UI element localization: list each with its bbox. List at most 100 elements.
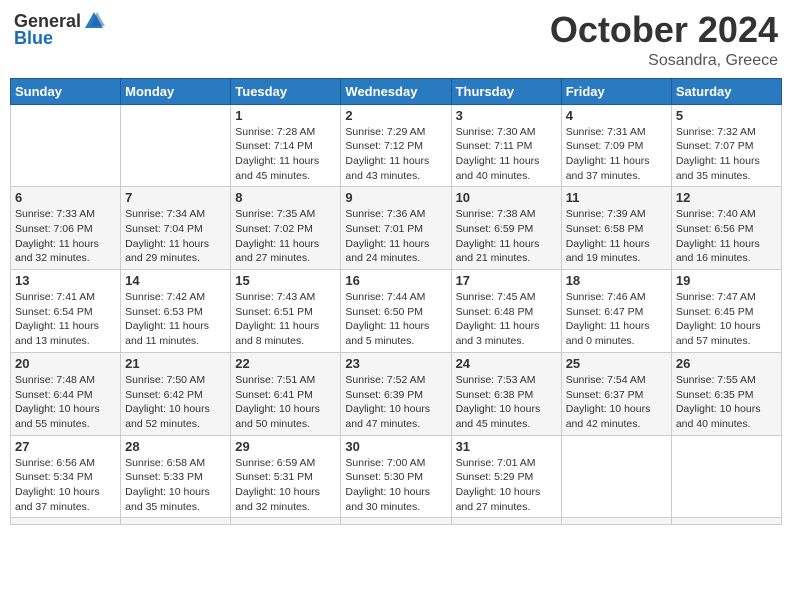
day-info: Sunrise: 7:31 AMSunset: 7:09 PMDaylight:… [566,125,667,184]
logo: General Blue [14,10,105,49]
col-thursday: Thursday [451,78,561,104]
day-info: Sunrise: 7:54 AMSunset: 6:37 PMDaylight:… [566,373,667,432]
day-info: Sunrise: 7:46 AMSunset: 6:47 PMDaylight:… [566,290,667,349]
day-info: Sunrise: 6:59 AMSunset: 5:31 PMDaylight:… [235,456,336,515]
month-title: October 2024 [550,10,778,50]
table-row: 20Sunrise: 7:48 AMSunset: 6:44 PMDayligh… [11,352,121,435]
day-info: Sunrise: 7:30 AMSunset: 7:11 PMDaylight:… [456,125,557,184]
location-title: Sosandra, Greece [550,52,778,70]
table-row: 26 Sunrise: 7:55 AMSunset: 6:35 PMDayligh… [671,352,781,435]
calendar-row: 1 Sunrise: 7:28 AMSunset: 7:14 PMDaylight… [11,104,782,187]
day-number: 23 [345,356,446,371]
day-number: 5 [676,108,777,123]
day-number: 26 [676,356,777,371]
day-info: Sunrise: 7:51 AMSunset: 6:41 PMDaylight:… [235,373,336,432]
day-number: 7 [125,190,226,205]
table-row: 27Sunrise: 6:56 AMSunset: 5:34 PMDayligh… [11,435,121,518]
title-block: October 2024 Sosandra, Greece [550,10,778,70]
day-number: 18 [566,273,667,288]
day-number: 3 [456,108,557,123]
day-info: Sunrise: 7:44 AMSunset: 6:50 PMDaylight:… [345,290,446,349]
day-info: Sunrise: 6:56 AMSunset: 5:34 PMDaylight:… [15,456,116,515]
day-number: 31 [456,439,557,454]
table-row: 14 Sunrise: 7:42 AMSunset: 6:53 PMDayligh… [121,270,231,353]
day-number: 16 [345,273,446,288]
table-row: 7Sunrise: 7:34 AMSunset: 7:04 PMDaylight… [121,187,231,270]
table-row: 10 Sunrise: 7:38 AMSunset: 6:59 PMDayligh… [451,187,561,270]
table-row: 18 Sunrise: 7:46 AMSunset: 6:47 PMDayligh… [561,270,671,353]
table-row: 12 Sunrise: 7:40 AMSunset: 6:56 PMDayligh… [671,187,781,270]
day-number: 24 [456,356,557,371]
table-row: 9 Sunrise: 7:36 AMSunset: 7:01 PMDaylight… [341,187,451,270]
table-row: 22Sunrise: 7:51 AMSunset: 6:41 PMDayligh… [231,352,341,435]
table-row: 25 Sunrise: 7:54 AMSunset: 6:37 PMDayligh… [561,352,671,435]
table-row: 23 Sunrise: 7:52 AMSunset: 6:39 PMDayligh… [341,352,451,435]
table-row: 1 Sunrise: 7:28 AMSunset: 7:14 PMDaylight… [231,104,341,187]
day-info: Sunrise: 7:38 AMSunset: 6:59 PMDaylight:… [456,207,557,266]
day-info: Sunrise: 7:45 AMSunset: 6:48 PMDaylight:… [456,290,557,349]
table-row: 8 Sunrise: 7:35 AMSunset: 7:02 PMDaylight… [231,187,341,270]
day-info: Sunrise: 7:33 AMSunset: 7:06 PMDaylight:… [15,207,116,266]
table-row: 2Sunrise: 7:29 AMSunset: 7:12 PMDaylight… [341,104,451,187]
day-number: 8 [235,190,336,205]
logo-icon [83,10,105,32]
table-row: 19 Sunrise: 7:47 AMSunset: 6:45 PMDayligh… [671,270,781,353]
col-sunday: Sunday [11,78,121,104]
calendar-table: Sunday Monday Tuesday Wednesday Thursday… [10,78,782,526]
calendar-row: 13 Sunrise: 7:41 AMSunset: 6:54 PMDayligh… [11,270,782,353]
day-number: 4 [566,108,667,123]
table-row: 28 Sunrise: 6:58 AMSunset: 5:33 PMDayligh… [121,435,231,518]
day-number: 15 [235,273,336,288]
day-number: 10 [456,190,557,205]
table-row: 16 Sunrise: 7:44 AMSunset: 6:50 PMDayligh… [341,270,451,353]
day-info: Sunrise: 7:40 AMSunset: 6:56 PMDaylight:… [676,207,777,266]
day-number: 29 [235,439,336,454]
table-row: 4 Sunrise: 7:31 AMSunset: 7:09 PMDaylight… [561,104,671,187]
col-wednesday: Wednesday [341,78,451,104]
day-number: 25 [566,356,667,371]
day-info: Sunrise: 7:35 AMSunset: 7:02 PMDaylight:… [235,207,336,266]
table-row [11,518,121,525]
day-info: Sunrise: 7:00 AMSunset: 5:30 PMDaylight:… [345,456,446,515]
table-row [121,518,231,525]
col-tuesday: Tuesday [231,78,341,104]
table-row: 17Sunrise: 7:45 AMSunset: 6:48 PMDayligh… [451,270,561,353]
table-row [561,518,671,525]
day-info: Sunrise: 7:48 AMSunset: 6:44 PMDaylight:… [15,373,116,432]
day-number: 2 [345,108,446,123]
day-info: Sunrise: 7:36 AMSunset: 7:01 PMDaylight:… [345,207,446,266]
day-info: Sunrise: 7:42 AMSunset: 6:53 PMDaylight:… [125,290,226,349]
table-row: 3 Sunrise: 7:30 AMSunset: 7:11 PMDaylight… [451,104,561,187]
col-saturday: Saturday [671,78,781,104]
table-row [341,518,451,525]
table-row: 29 Sunrise: 6:59 AMSunset: 5:31 PMDayligh… [231,435,341,518]
day-info: Sunrise: 7:52 AMSunset: 6:39 PMDaylight:… [345,373,446,432]
page-header: General Blue October 2024 Sosandra, Gree… [10,10,782,70]
table-row: 6Sunrise: 7:33 AMSunset: 7:06 PMDaylight… [11,187,121,270]
calendar-row: 20Sunrise: 7:48 AMSunset: 6:44 PMDayligh… [11,352,782,435]
day-info: Sunrise: 7:41 AMSunset: 6:54 PMDaylight:… [15,290,116,349]
day-number: 9 [345,190,446,205]
table-row: 13 Sunrise: 7:41 AMSunset: 6:54 PMDayligh… [11,270,121,353]
day-info: Sunrise: 7:55 AMSunset: 6:35 PMDaylight:… [676,373,777,432]
calendar-header-row: Sunday Monday Tuesday Wednesday Thursday… [11,78,782,104]
day-info: Sunrise: 7:32 AMSunset: 7:07 PMDaylight:… [676,125,777,184]
day-info: Sunrise: 7:39 AMSunset: 6:58 PMDaylight:… [566,207,667,266]
table-row: 21Sunrise: 7:50 AMSunset: 6:42 PMDayligh… [121,352,231,435]
table-row [121,104,231,187]
day-number: 19 [676,273,777,288]
day-info: Sunrise: 7:47 AMSunset: 6:45 PMDaylight:… [676,290,777,349]
table-row [231,518,341,525]
table-row: 5 Sunrise: 7:32 AMSunset: 7:07 PMDaylight… [671,104,781,187]
day-number: 28 [125,439,226,454]
col-friday: Friday [561,78,671,104]
day-number: 12 [676,190,777,205]
day-number: 14 [125,273,226,288]
table-row: 11Sunrise: 7:39 AMSunset: 6:58 PMDayligh… [561,187,671,270]
day-info: Sunrise: 7:28 AMSunset: 7:14 PMDaylight:… [235,125,336,184]
day-info: Sunrise: 7:53 AMSunset: 6:38 PMDaylight:… [456,373,557,432]
day-number: 1 [235,108,336,123]
day-number: 13 [15,273,116,288]
table-row [451,518,561,525]
day-info: Sunrise: 6:58 AMSunset: 5:33 PMDaylight:… [125,456,226,515]
